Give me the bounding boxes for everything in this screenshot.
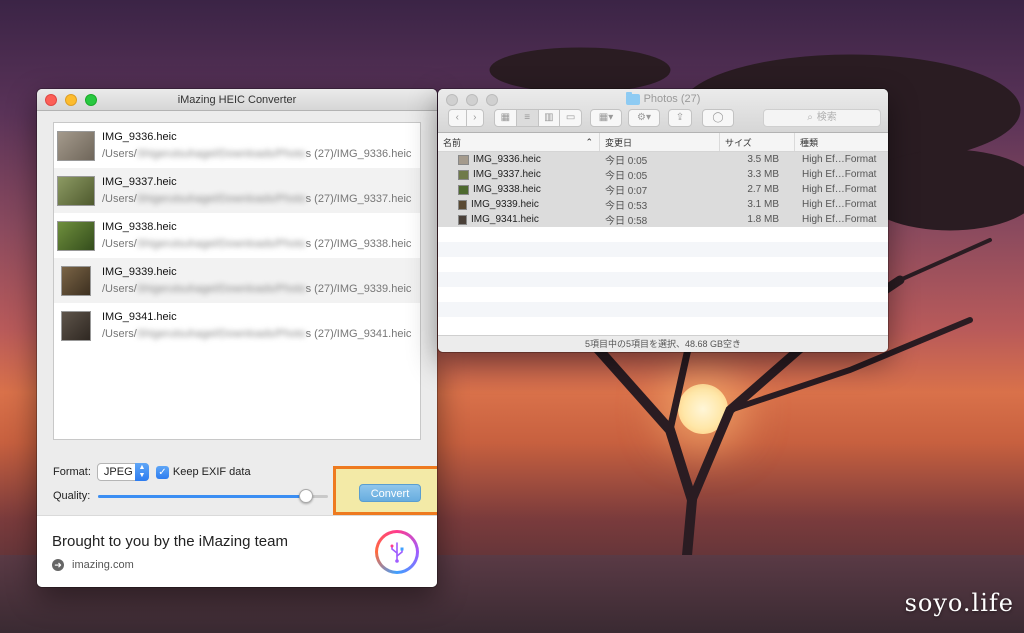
file-path: /Users/Shigerutsuhagel/Downloads/Photos … <box>102 283 412 295</box>
finder-row[interactable]: IMG_9336.heic 今日 0:05 3.5 MB High Ef…For… <box>438 152 888 167</box>
file-row[interactable]: IMG_9339.heic /Users/Shigerutsuhagel/Dow… <box>54 258 420 303</box>
sort-up-icon: ⌃ <box>585 136 593 147</box>
imazing-link[interactable]: ➜ imazing.com <box>52 559 134 571</box>
image-file-icon <box>458 169 469 180</box>
photo-thumbnail <box>57 130 95 161</box>
image-file-icon <box>458 214 467 225</box>
search-icon: ⌕ <box>807 112 813 123</box>
file-name: IMG_9339.heic <box>102 266 177 278</box>
file-name: IMG_9338.heic <box>102 221 177 233</box>
share-icon: ⇪ <box>675 112 685 123</box>
gallery-view-icon[interactable]: ▭ <box>560 110 581 126</box>
minimize-window-button[interactable] <box>65 94 77 106</box>
zoom-window-button[interactable] <box>486 94 498 106</box>
empty-row <box>438 257 888 272</box>
watermark: soyo.life <box>904 589 1014 617</box>
image-file-icon <box>458 154 469 165</box>
quality-slider[interactable] <box>98 488 329 504</box>
imazing-link-label: imazing.com <box>72 559 134 571</box>
close-window-button[interactable] <box>45 94 57 106</box>
tag-icon: ◯ <box>712 112 724 123</box>
file-row[interactable]: IMG_9338.heic /Users/Shigerutsuhagel/Dow… <box>54 213 420 258</box>
arrow-right-circle-icon: ➜ <box>52 559 64 571</box>
imazing-converter-window: iMazing HEIC Converter IMG_9336.heic /Us… <box>37 89 437 587</box>
empty-row <box>438 287 888 302</box>
icon-view-icon[interactable]: ▦ <box>495 110 517 126</box>
image-file-icon <box>458 199 467 210</box>
file-name: IMG_9341.heic <box>102 311 177 323</box>
finder-status-bar: 5項目中の5項目を選択、48.68 GB空き <box>438 335 888 352</box>
finder-row[interactable]: IMG_9339.heic 今日 0:53 3.1 MB High Ef…For… <box>438 197 888 212</box>
quality-label: Quality: <box>53 490 91 502</box>
tags-button[interactable]: ◯ <box>702 109 734 127</box>
file-list[interactable]: IMG_9336.heic /Users/Shigerutsuhagel/Dow… <box>53 122 421 440</box>
promo-footer: Brought to you by the iMazing team ➜ ima… <box>37 515 437 587</box>
minimize-window-button[interactable] <box>466 94 478 106</box>
file-name: IMG_9336.heic <box>102 131 177 143</box>
file-row[interactable]: IMG_9337.heic /Users/Shigerutsuhagel/Dow… <box>54 168 420 213</box>
photo-thumbnail <box>57 220 95 251</box>
gear-icon: ⚙▾ <box>637 112 651 123</box>
column-view-icon[interactable]: ▥ <box>539 110 561 126</box>
format-label: Format: <box>53 466 91 478</box>
action-menu-button[interactable]: ⚙▾ <box>628 109 660 127</box>
empty-row <box>438 302 888 317</box>
finder-row[interactable]: IMG_9341.heic 今日 0:58 1.8 MB High Ef…For… <box>438 212 888 227</box>
column-header: 名前 ⌃ 変更日 サイズ 種類 <box>438 133 888 152</box>
close-window-button[interactable] <box>446 94 458 106</box>
format-select[interactable]: JPEG ▲ ▼ <box>96 463 149 481</box>
promo-title: Brought to you by the iMazing team <box>52 533 288 550</box>
keep-exif-checkbox[interactable]: ✓ <box>155 465 169 479</box>
file-path: /Users/Shigerutsuhagel/Downloads/Photos … <box>102 238 412 250</box>
slider-thumb[interactable] <box>299 489 314 503</box>
photo-thumbnail <box>57 175 95 206</box>
finder-row[interactable]: IMG_9338.heic 今日 0:07 2.7 MB High Ef…For… <box>438 182 888 197</box>
file-name: IMG_9337.heic <box>102 176 177 188</box>
photo-thumbnail <box>61 265 91 296</box>
finder-titlebar[interactable]: Photos (27) ‹ › ▦ ≡ ▥ ▭ ▦▾ ⚙▾ ⇪ ◯ ⌕ 検索 <box>438 89 888 133</box>
updown-arrows-icon: ▲ ▼ <box>134 463 149 481</box>
view-mode-selector: ▦ ≡ ▥ ▭ <box>494 109 582 127</box>
column-kind[interactable]: 種類 <box>795 133 888 151</box>
window-controls <box>446 94 498 106</box>
empty-row <box>438 272 888 287</box>
arrange-menu-button[interactable]: ▦▾ <box>590 109 622 127</box>
slider-fill <box>98 495 307 498</box>
file-path: /Users/Shigerutsuhagel/Downloads/Photos … <box>102 328 412 340</box>
column-date[interactable]: 変更日 <box>600 133 720 151</box>
search-placeholder: 検索 <box>816 112 837 123</box>
file-row[interactable]: IMG_9341.heic /Users/Shigerutsuhagel/Dow… <box>54 303 420 348</box>
column-size[interactable]: サイズ <box>720 133 795 151</box>
empty-row <box>438 227 888 242</box>
finder-file-list[interactable]: IMG_9336.heic 今日 0:05 3.5 MB High Ef…For… <box>438 152 888 335</box>
imazing-titlebar[interactable]: iMazing HEIC Converter <box>37 89 437 111</box>
empty-row <box>438 242 888 257</box>
image-file-icon <box>458 184 469 195</box>
finder-row[interactable]: IMG_9337.heic 今日 0:05 3.3 MB High Ef…For… <box>438 167 888 182</box>
zoom-window-button[interactable] <box>85 94 97 106</box>
column-name[interactable]: 名前 ⌃ <box>438 133 600 151</box>
window-controls <box>45 94 97 106</box>
finder-title-text: Photos (27) <box>643 93 701 105</box>
back-button[interactable]: ‹ <box>449 110 467 126</box>
grid-icon: ▦▾ <box>598 112 614 123</box>
list-view-icon[interactable]: ≡ <box>516 110 539 126</box>
imazing-usb-logo-icon <box>375 530 419 574</box>
photo-thumbnail <box>61 310 91 341</box>
forward-button[interactable]: › <box>467 110 484 126</box>
finder-title: Photos (27) <box>625 90 701 108</box>
finder-window: Photos (27) ‹ › ▦ ≡ ▥ ▭ ▦▾ ⚙▾ ⇪ ◯ ⌕ 検索 名… <box>438 89 888 352</box>
back-forward-buttons: ‹ › <box>448 109 484 127</box>
search-input[interactable]: ⌕ 検索 <box>763 109 881 127</box>
convert-button[interactable]: Convert <box>359 484 421 502</box>
share-button[interactable]: ⇪ <box>668 109 692 127</box>
file-path: /Users/Shigerutsuhagel/Downloads/Photos … <box>102 148 412 160</box>
file-path: /Users/Shigerutsuhagel/Downloads/Photos … <box>102 193 412 205</box>
file-row[interactable]: IMG_9336.heic /Users/Shigerutsuhagel/Dow… <box>54 123 420 168</box>
window-title: iMazing HEIC Converter <box>177 94 297 106</box>
format-value: JPEG <box>103 466 133 478</box>
folder-icon <box>625 91 640 105</box>
keep-exif-label[interactable]: Keep EXIF data <box>173 466 251 478</box>
